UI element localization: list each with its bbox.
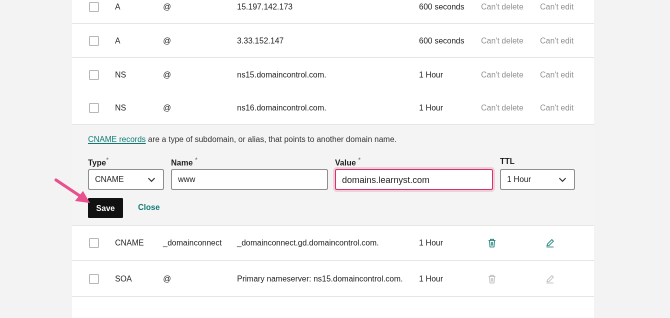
edit-disabled: Can't edit — [540, 2, 574, 11]
dns-record-row: NS @ ns15.domaincontrol.com. 1 Hour Can'… — [72, 58, 594, 92]
record-value: ns15.domaincontrol.com. — [237, 70, 327, 79]
dns-record-row: NS @ ns16.domaincontrol.com. 1 Hour Can'… — [72, 91, 594, 125]
type-select[interactable]: CNAME — [88, 169, 164, 190]
name-label: Name * — [171, 157, 198, 168]
ttl-select-value: 1 Hour — [507, 175, 532, 184]
record-ttl: 600 seconds — [419, 2, 465, 11]
cname-records-link[interactable]: CNAME records — [88, 135, 146, 144]
record-value: ns16.domaincontrol.com. — [237, 103, 327, 112]
record-value: 15.197.142.173 — [237, 2, 293, 11]
row-checkbox[interactable] — [89, 1, 99, 12]
cname-description: CNAME records are a type of subdomain, o… — [88, 135, 397, 144]
arrow-pointer-icon — [54, 178, 90, 203]
dns-record-row: A @ 15.197.142.173 600 seconds Can't del… — [72, 0, 594, 24]
name-label-text: Name — [171, 158, 193, 168]
record-type: NS — [115, 103, 127, 112]
record-ttl: 1 Hour — [419, 274, 444, 283]
ttl-select[interactable]: 1 Hour — [500, 169, 575, 190]
row-checkbox[interactable] — [89, 69, 99, 80]
dns-record-row: SOA @ Primary nameserver: ns15.domaincon… — [72, 261, 594, 297]
row-checkbox[interactable] — [89, 273, 99, 284]
record-type: NS — [115, 70, 127, 79]
value-label-text: Value — [335, 158, 356, 168]
dns-record-row: CNAME _domainconnect _domainconnect.gd.d… — [72, 226, 594, 261]
required-mark: * — [195, 157, 198, 164]
record-ttl: 1 Hour — [419, 238, 444, 248]
record-name: _domainconnect — [163, 238, 222, 248]
edit-disabled: Can't edit — [540, 36, 574, 45]
required-mark: * — [358, 157, 361, 164]
type-label: Type* — [88, 157, 109, 168]
edit-disabled: Can't edit — [540, 103, 574, 112]
ttl-label-text: TTL — [500, 157, 515, 166]
record-ttl: 600 seconds — [419, 36, 465, 45]
delete-disabled: Can't delete — [481, 2, 524, 11]
record-ttl: 1 Hour — [419, 70, 444, 79]
name-input[interactable]: www — [171, 169, 328, 190]
record-name: @ — [163, 2, 172, 11]
record-type: CNAME — [115, 238, 144, 248]
type-select-value: CNAME — [95, 175, 124, 184]
record-value: _domainconnect.gd.domaincontrol.com. — [237, 238, 379, 248]
delete-disabled: Can't delete — [481, 70, 524, 79]
record-name: @ — [163, 70, 172, 79]
chevron-down-icon — [558, 177, 567, 183]
required-mark: * — [106, 157, 109, 164]
trash-icon — [488, 274, 496, 283]
record-value: Primary nameserver: ns15.domaincontrol.c… — [237, 274, 403, 283]
record-name: @ — [163, 274, 172, 283]
dns-record-row: A @ 3.33.152.147 600 seconds Can't delet… — [72, 24, 594, 58]
row-checkbox[interactable] — [89, 102, 99, 113]
delete-disabled: Can't delete — [481, 103, 524, 112]
trash-icon[interactable] — [487, 238, 497, 248]
row-checkbox[interactable] — [89, 238, 99, 248]
pencil-icon[interactable] — [545, 238, 555, 248]
ttl-label: TTL — [500, 157, 515, 166]
close-button[interactable]: Close — [138, 203, 160, 212]
cname-description-text: are a type of subdomain, or alias, that … — [145, 135, 397, 144]
record-type: A — [115, 2, 121, 11]
type-label-text: Type — [88, 158, 107, 168]
name-input-value: www — [178, 175, 196, 184]
record-ttl: 1 Hour — [419, 103, 444, 112]
value-input-value: domains.learnyst.com — [342, 174, 430, 185]
edit-disabled: Can't edit — [540, 70, 574, 79]
pencil-icon — [546, 274, 554, 283]
value-input[interactable]: domains.learnyst.com — [335, 169, 493, 190]
record-type: A — [115, 36, 121, 45]
row-checkbox[interactable] — [89, 35, 99, 46]
delete-disabled: Can't delete — [481, 36, 524, 45]
record-name: @ — [163, 103, 172, 112]
record-name: @ — [163, 36, 172, 45]
record-type: SOA — [115, 274, 132, 283]
value-label: Value * — [335, 157, 361, 168]
chevron-down-icon — [147, 177, 156, 183]
record-value: 3.33.152.147 — [237, 36, 284, 45]
